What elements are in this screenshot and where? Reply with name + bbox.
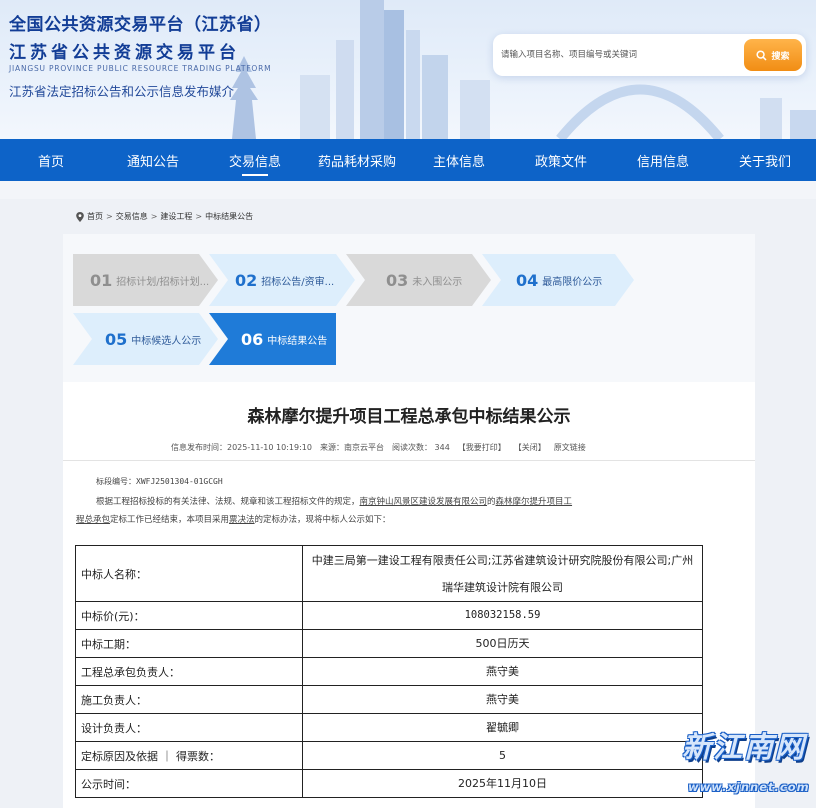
row-value: 2025年11月10日 [302,769,703,798]
table-row: 定标原因及依据 ｜ 得票数： 5 [75,741,703,770]
step-label: 最高限价公示 [542,276,603,288]
project-link[interactable]: 森林摩尔提升项目工 [496,497,573,507]
nav-item-trading-info[interactable]: 交易信息 [204,139,306,181]
site-tagline: 江苏省法定招标公告和公示信息发布媒介 [9,84,235,99]
nav-item-credit[interactable]: 信用信息 [612,139,714,181]
process-steps: 01 招标计划/招标计划... 02 招标公告/资审... 03 未入围公示 0… [63,234,755,382]
location-pin-icon [76,211,84,222]
step-05[interactable]: 05 中标候选人公示 [73,313,218,365]
breadcrumb-separator: > [106,212,113,221]
table-row: 中标工期： 500日历天 [75,629,703,658]
row-value: 翟毓卿 [302,713,703,742]
breadcrumb-home[interactable]: 首页 [87,211,103,222]
publish-time: 信息发布时间：2025-11-10 10:19:10 [171,443,312,452]
search-icon [756,49,768,61]
nav-item-drug-procurement[interactable]: 药品耗材采购 [306,139,408,181]
row-value: 中建三局第一建设工程有限责任公司;江苏省建筑设计研究院股份有限公司;广州瑞华建筑… [302,545,703,602]
row-key: 中标工期： [75,629,303,658]
view-count: 阅读次数： 344 [391,443,450,452]
notice-paragraph: 根据工程招标投标的有关法律、法规、规章和该工程招标文件的规定，南京钟山风景区建设… [76,497,573,525]
row-key: 设计负责人： [75,713,303,742]
row-key: 公示时间： [75,769,303,798]
search-input[interactable] [501,44,737,66]
step-06[interactable]: 06 中标结果公告 [209,313,336,365]
table-row: 设计负责人： 翟毓卿 [75,713,703,742]
step-label: 招标计划/招标计划... [116,276,210,288]
nav-item-home[interactable]: 首页 [0,139,102,181]
search-button[interactable]: 搜索 [744,39,802,71]
result-table: 中标人名称： 中建三局第一建设工程有限责任公司;江苏省建筑设计研究院股份有限公司… [75,545,703,798]
nav-item-notices[interactable]: 通知公告 [102,139,204,181]
breadcrumb: 首页 > 交易信息 > 建设工程 > 中标结果公告 [76,211,253,222]
divider [63,460,755,461]
method-link[interactable]: 票决法 [229,515,255,525]
search-button-label: 搜索 [771,51,790,62]
step-number: 06 [241,329,264,349]
site-english-name: JIANGSU PROVINCE PUBLIC RESOURCE TRADING… [9,64,272,73]
row-key: 定标原因及依据 ｜ 得票数： [75,741,303,770]
step-number: 01 [90,270,113,290]
row-value: 500日历天 [302,629,703,658]
notice-card: 01 招标计划/招标计划... 02 招标公告/资审... 03 未入围公示 0… [63,234,755,808]
watermark-title: 新江南网 [682,730,807,764]
step-label: 招标公告/资审... [261,276,335,288]
original-link[interactable]: 原文链接 [554,442,586,453]
step-number: 03 [386,270,409,290]
breadcrumb-separator: > [150,212,158,221]
step-03[interactable]: 03 未入围公示 [346,254,491,306]
step-label: 未入围公示 [412,276,463,288]
nav-item-policy[interactable]: 政策文件 [510,139,612,181]
main-nav: 首页 通知公告 交易信息 药品耗材采购 主体信息 政策文件 信用信息 关于我们 [0,139,816,181]
table-row: 中标人名称： 中建三局第一建设工程有限责任公司;江苏省建筑设计研究院股份有限公司… [75,545,703,602]
source: 来源：南京云平台 [319,443,384,452]
row-key: 中标人名称： [75,545,303,602]
nav-item-entity-info[interactable]: 主体信息 [408,139,510,181]
step-01[interactable]: 01 招标计划/招标计划... [73,254,218,306]
row-key: 施工负责人： [75,685,303,714]
step-label: 中标候选人公示 [131,335,202,347]
watermark-logo: 新江南网 www.xjnnet.com [676,722,816,808]
step-04[interactable]: 04 最高限价公示 [482,254,634,306]
step-number: 05 [105,329,128,349]
row-value: 燕守美 [302,685,703,714]
nav-item-about[interactable]: 关于我们 [714,139,816,181]
site-header: 全国公共资源交易平台（江苏省） 江苏省公共资源交易平台 JIANGSU PROV… [0,0,816,139]
step-02[interactable]: 02 招标公告/资审... [209,254,355,306]
row-value: 燕守美 [302,657,703,686]
close-link[interactable]: 【关闭】 [514,442,546,453]
breadcrumb-trading-info[interactable]: 交易信息 [116,211,148,222]
notice-meta: 信息发布时间：2025-11-10 10:19:10 来源：南京云平台 阅读次数… [171,442,586,453]
step-number: 04 [516,270,539,290]
breadcrumb-separator: > [195,212,203,221]
step-label: 中标结果公告 [267,335,328,347]
row-key: 工程总承包负责人： [75,657,303,686]
row-value: 108032158.59 [302,601,703,630]
table-row: 施工负责人： 燕守美 [75,685,703,714]
nav-spacer [0,181,816,199]
breadcrumb-current: 中标结果公告 [205,212,254,221]
tenderee-link[interactable]: 南京钟山风景区建设发展有限公司 [360,497,488,507]
table-row: 公示时间： 2025年11月10日 [75,769,703,798]
search-box: 搜索 [493,34,806,76]
print-link[interactable]: 【我要打印】 [458,442,506,453]
table-row: 工程总承包负责人： 燕守美 [75,657,703,686]
notice-title: 森林摩尔提升项目工程总承包中标结果公示 [247,407,571,427]
watermark-url: www.xjnnet.com [688,780,810,794]
section-number: 标段编号：XWFJ2501304-01GCGH [96,477,223,486]
row-key: 中标价(元)： [75,601,303,630]
site-subtitle: 江苏省公共资源交易平台 [9,43,240,63]
table-row: 中标价(元)： 108032158.59 [75,601,703,630]
breadcrumb-construction[interactable]: 建设工程 [160,211,192,222]
row-value: 5 [302,741,703,770]
project-link-cont[interactable]: 程总承包 [76,515,110,525]
step-number: 02 [235,270,258,290]
site-title: 全国公共资源交易平台（江苏省） [9,15,272,35]
